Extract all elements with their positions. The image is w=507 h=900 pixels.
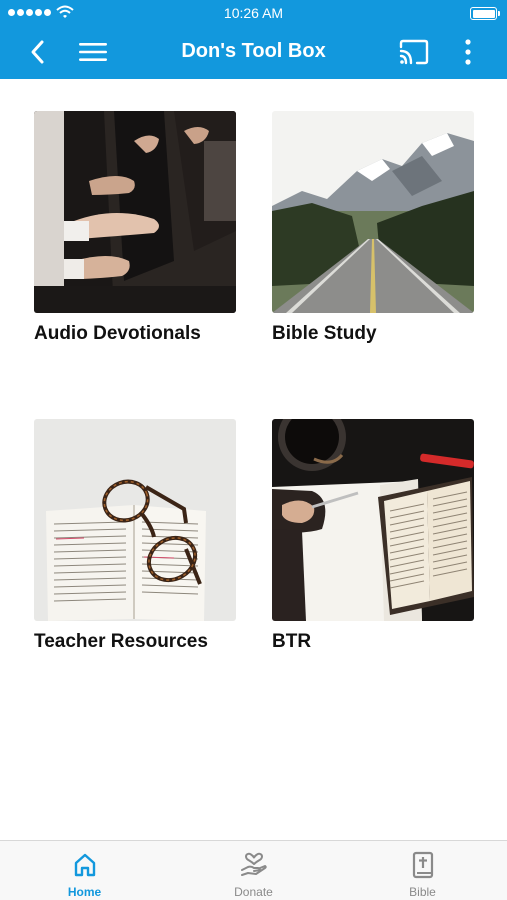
mountain-road-image — [272, 111, 474, 313]
bottom-tab-bar: Home Donate Bible — [0, 840, 507, 900]
tab-label: Home — [67, 885, 102, 899]
cast-button[interactable] — [396, 34, 432, 70]
tile-btr[interactable]: BTR — [272, 419, 476, 653]
status-time: 10:26 AM — [223, 5, 284, 21]
bible-notebook-coffee-image — [272, 419, 474, 621]
tile-bible-study[interactable]: Bible Study — [272, 111, 476, 345]
more-vertical-icon — [465, 39, 471, 65]
app-header: Don's Tool Box — [0, 26, 507, 79]
donate-hand-heart-icon — [240, 851, 268, 879]
tab-label: Bible — [409, 885, 436, 899]
bible-book-icon — [409, 851, 437, 879]
tile-label: Teacher Resources — [34, 631, 208, 652]
tab-bible[interactable]: Bible — [338, 841, 507, 900]
worship-hands-image — [34, 111, 236, 313]
battery-icon — [470, 7, 500, 20]
cast-icon — [399, 39, 429, 65]
app-screen: 10:26 AM Don's Tool Box Audio Devotional… — [0, 0, 507, 900]
tile-label: Bible Study — [272, 323, 377, 344]
glasses-on-book-image — [34, 419, 236, 621]
tab-label: Donate — [234, 885, 273, 899]
tile-label: BTR — [272, 631, 312, 652]
home-icon — [71, 851, 99, 879]
tile-teacher-resources[interactable]: Teacher Resources — [34, 419, 238, 653]
more-options-button[interactable] — [450, 34, 486, 70]
status-bar: 10:26 AM — [0, 0, 507, 26]
tile-label: Audio Devotionals — [34, 323, 201, 344]
tab-home[interactable]: Home — [0, 841, 169, 900]
tab-donate[interactable]: Donate — [169, 841, 338, 900]
tile-audio-devotionals[interactable]: Audio Devotionals — [34, 111, 238, 345]
